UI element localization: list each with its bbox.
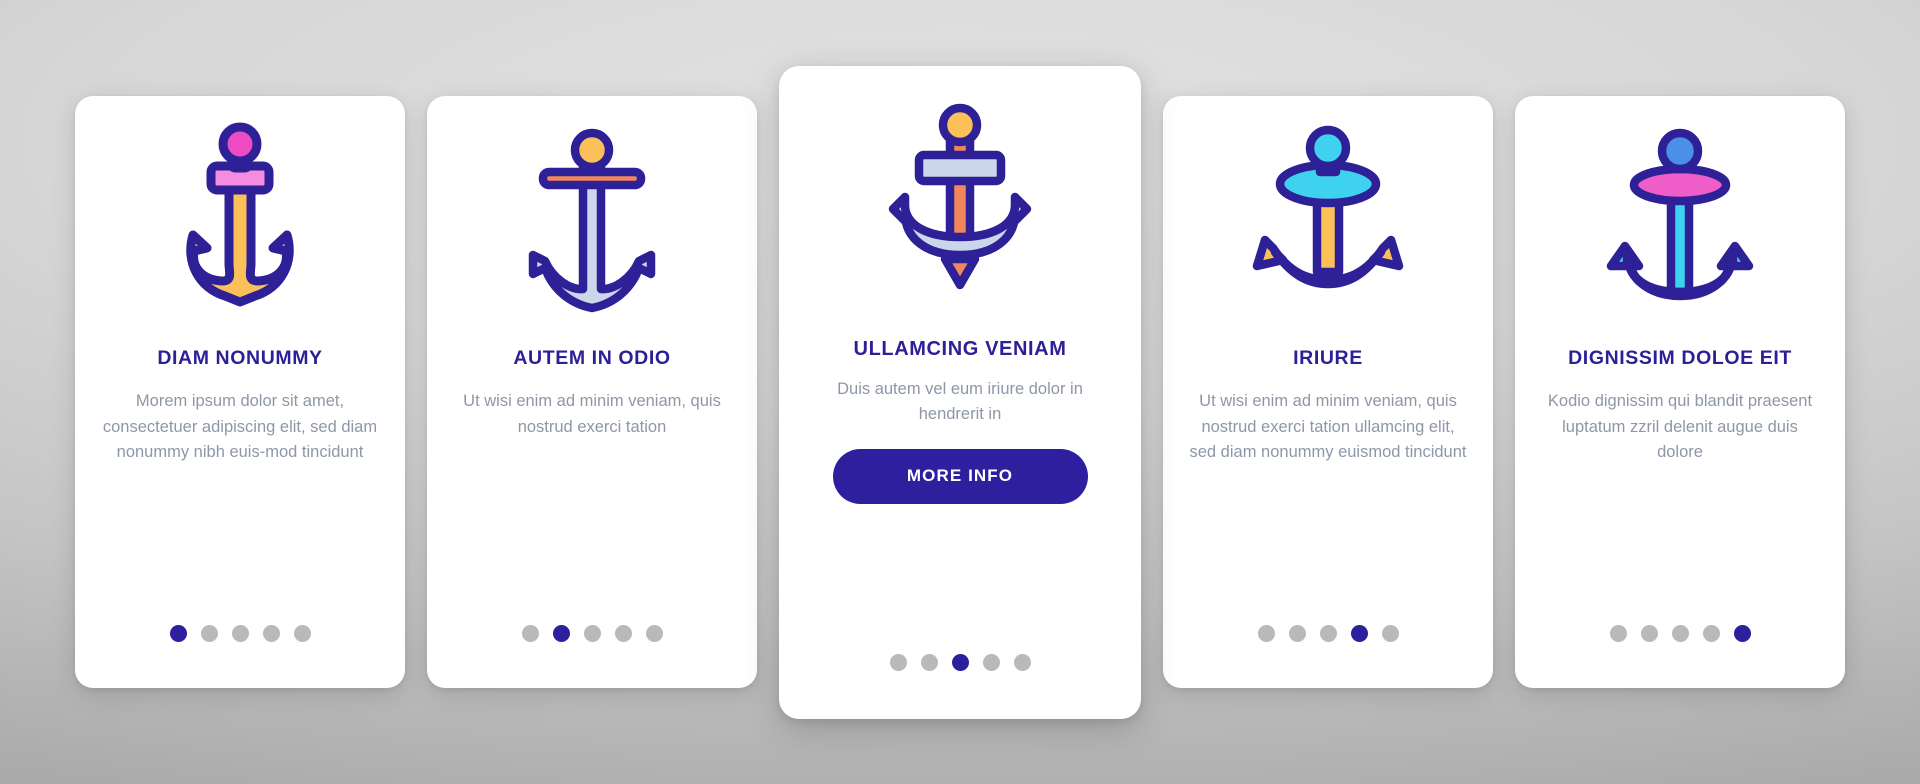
card-body-text: Ut wisi enim ad minim veniam, quis nostr…: [463, 392, 721, 436]
pagination-dot-4[interactable]: [1350, 625, 1368, 642]
onboarding-card-5[interactable]: DIGNISSIM DOLOE EIT Kodio dignissim qui …: [1515, 96, 1845, 688]
more-info-button[interactable]: MORE INFO: [832, 448, 1088, 504]
pagination-dot-4[interactable]: [262, 625, 280, 642]
onboarding-card-2[interactable]: AUTEM IN ODIO Ut wisi enim ad minim veni…: [427, 96, 757, 688]
card-body-text: Duis autem vel eum iriure dolor in hendr…: [837, 379, 1083, 423]
card-title: AUTEM IN ODIO: [513, 347, 671, 369]
anchor-icon-pink-cyan: [1539, 96, 1821, 348]
pagination-dot-5[interactable]: [293, 625, 311, 642]
pagination-dots: [1257, 625, 1399, 642]
pagination-dot-5[interactable]: [1381, 625, 1399, 642]
card-body-text: Ut wisi enim ad minim veniam, quis nostr…: [1189, 392, 1467, 461]
pagination-dot-3[interactable]: [231, 625, 249, 642]
pagination-dot-5[interactable]: [645, 625, 663, 642]
pagination-dot-1[interactable]: [1257, 625, 1275, 642]
onboarding-card-4[interactable]: IRIURE Ut wisi enim ad minim veniam, qui…: [1163, 96, 1493, 688]
pagination-dots: [169, 625, 311, 642]
pagination-dots: [1609, 625, 1751, 642]
anchor-icon-yellow-steel: [451, 96, 733, 348]
pagination-dot-3[interactable]: [1319, 625, 1337, 642]
pagination-dot-4[interactable]: [614, 625, 632, 642]
pagination-dot-1[interactable]: [521, 625, 539, 642]
pagination-dot-4[interactable]: [1702, 625, 1720, 642]
pagination-dot-2[interactable]: [1640, 625, 1658, 642]
card-title: IRIURE: [1293, 347, 1363, 369]
onboarding-card-1[interactable]: DIAM NONUMMY Morem ipsum dolor sit amet,…: [75, 96, 405, 688]
pagination-dot-2[interactable]: [920, 653, 938, 671]
onboarding-card-3-featured[interactable]: ULLAMCING VENIAM Duis autem vel eum iriu…: [779, 65, 1141, 719]
card-body-text: Morem ipsum dolor sit amet, consectetuer…: [102, 392, 378, 461]
pagination-dot-5[interactable]: [1013, 653, 1031, 671]
anchor-icon-magenta-yellow: [99, 96, 381, 348]
pagination-dot-3[interactable]: [1671, 625, 1689, 642]
pagination-dot-1[interactable]: [889, 653, 907, 671]
pagination-dot-2[interactable]: [200, 625, 218, 642]
card-title: DIAM NONUMMY: [157, 347, 323, 369]
card-title: ULLAMCING VENIAM: [853, 337, 1067, 360]
card-title: DIGNISSIM DOLOE EIT: [1568, 347, 1792, 369]
pagination-dots: [521, 625, 663, 642]
pagination-dots: [889, 653, 1031, 671]
anchor-icon-cyan-yellow: [1187, 96, 1469, 348]
pagination-dot-3[interactable]: [583, 625, 601, 642]
pagination-dot-1[interactable]: [1609, 625, 1627, 642]
pagination-dot-1[interactable]: [169, 625, 187, 642]
card-body-text: Kodio dignissim qui blandit praesent lup…: [1547, 392, 1813, 461]
card-deck: DIAM NONUMMY Morem ipsum dolor sit amet,…: [0, 0, 1920, 784]
anchor-icon-orange-steel: [809, 66, 1111, 338]
pagination-dot-2[interactable]: [1288, 625, 1306, 642]
pagination-dot-4[interactable]: [982, 653, 1000, 671]
pagination-dot-5[interactable]: [1733, 625, 1751, 642]
pagination-dot-3[interactable]: [951, 653, 969, 671]
onboarding-screens-mockup: DIAM NONUMMY Morem ipsum dolor sit amet,…: [0, 0, 1920, 784]
pagination-dot-2[interactable]: [552, 625, 570, 642]
